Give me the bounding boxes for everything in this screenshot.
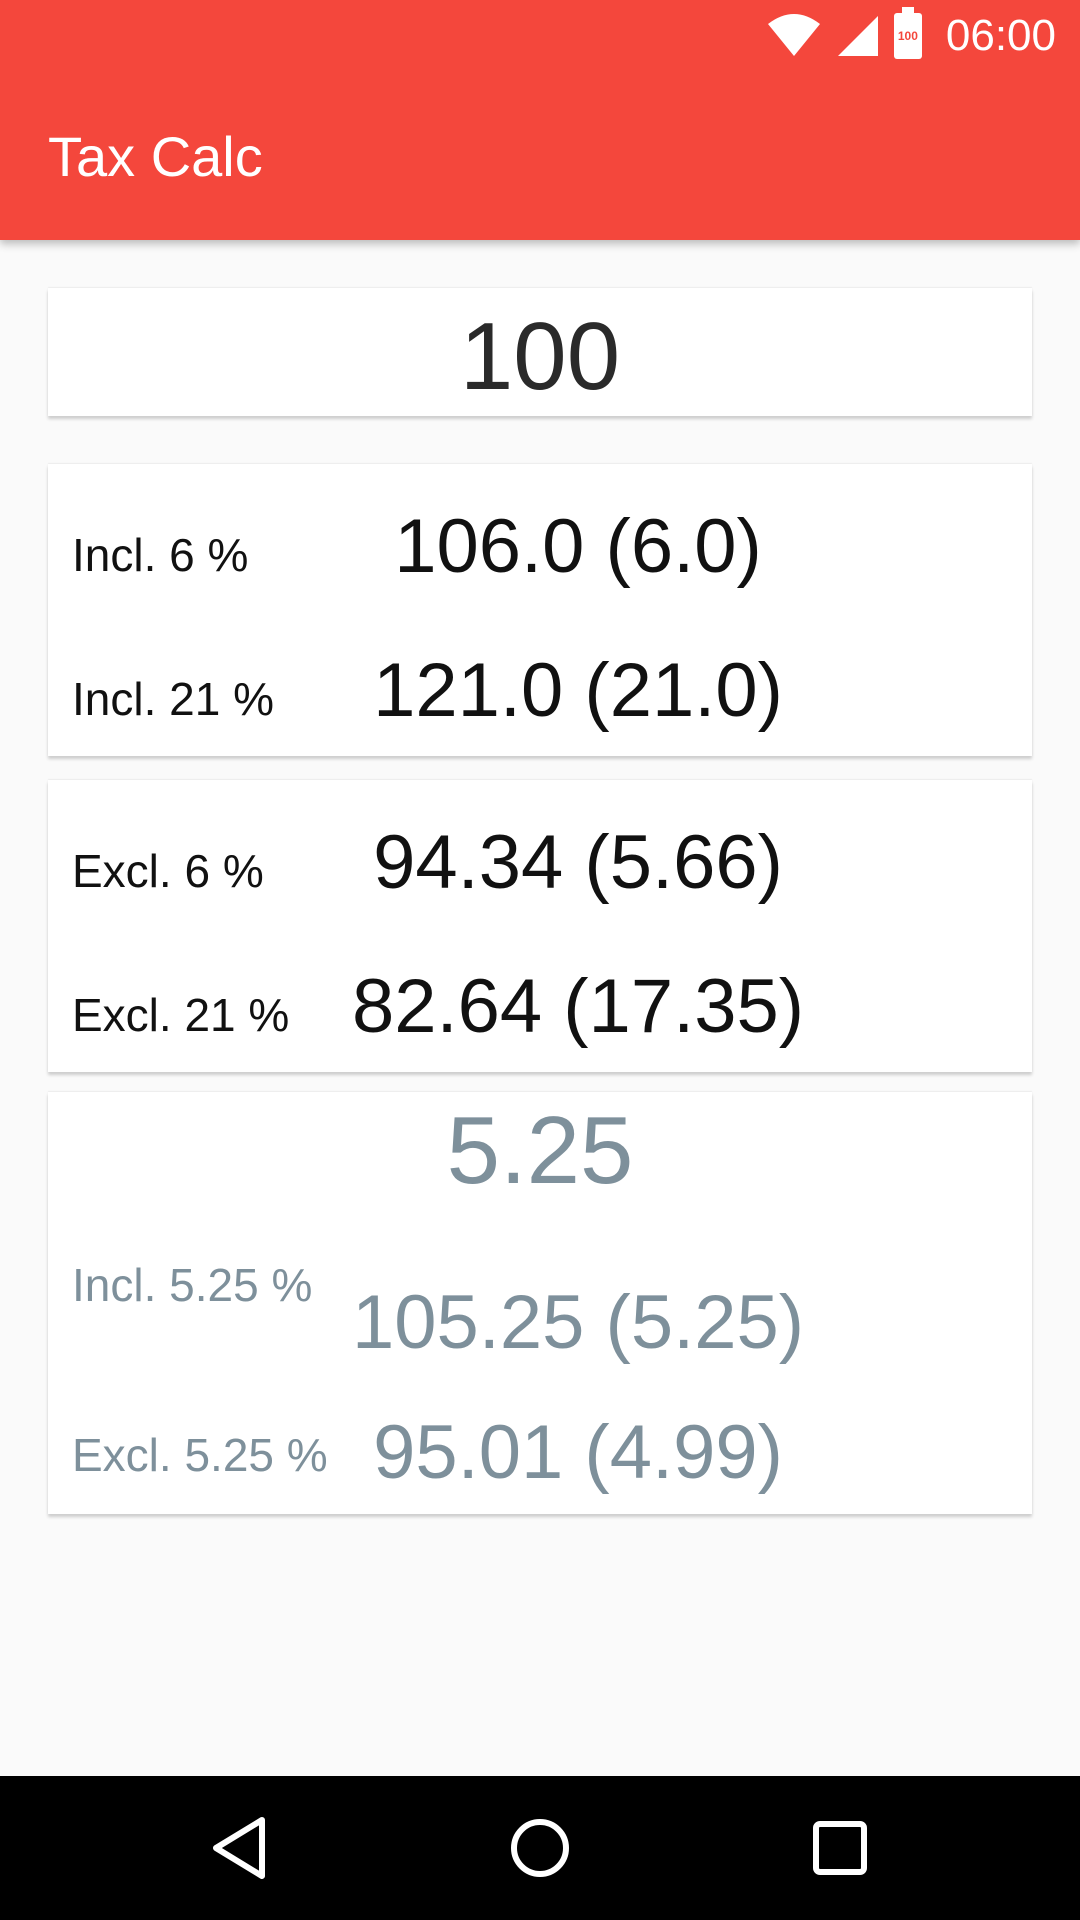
including-row-6: Incl. 6 % 106.0 (6.0) [48, 490, 1032, 590]
cell-signal-icon [837, 16, 878, 56]
excluding-row-6: Excl. 6 % 94.34 (5.66) [48, 806, 1032, 906]
navigation-bar [0, 1776, 1080, 1920]
custom-rate-card: 5.25 Incl. 5.25 % 105.25 (5.25) Excl. 5.… [48, 1092, 1032, 1514]
including-value: 106.0 (6.0) [394, 504, 762, 589]
custom-including-row: Incl. 5.25 % 105.25 (5.25) [48, 1252, 1032, 1365]
including-value: 121.0 (21.0) [373, 648, 783, 733]
custom-excluding-value: 95.01 (4.99) [373, 1410, 783, 1495]
home-icon[interactable] [502, 1810, 578, 1886]
including-row-21: Incl. 21 % 121.0 (21.0) [48, 634, 1032, 734]
recents-icon[interactable] [802, 1810, 878, 1886]
clock: 06:00 [945, 11, 1056, 60]
including-label: Incl. 6 % [72, 529, 249, 581]
app-bar: 100 06:00 Tax Calc [0, 0, 1080, 240]
back-icon[interactable] [202, 1810, 278, 1886]
excluding-row-21: Excl. 21 % 82.64 (17.35) [48, 950, 1032, 1050]
including-tax-card: Incl. 6 % 106.0 (6.0) Incl. 21 % 121.0 (… [48, 464, 1032, 756]
amount-input[interactable]: 100 [48, 302, 1032, 412]
status-bar: 100 06:00 [766, 7, 1056, 62]
custom-excluding-row: Excl. 5.25 % 95.01 (4.99) [48, 1394, 1032, 1495]
excluding-label: Excl. 6 % [72, 845, 264, 897]
excluding-value: 94.34 (5.66) [373, 820, 783, 905]
excluding-tax-card: Excl. 6 % 94.34 (5.66) Excl. 21 % 82.64 … [48, 780, 1032, 1072]
battery-level: 100 [897, 29, 918, 43]
excluding-value: 82.64 (17.35) [351, 964, 805, 1049]
custom-rate-input[interactable]: 5.25 [48, 1096, 1032, 1206]
battery-icon: 100 [893, 7, 922, 59]
screen: 100 06:00 Tax Calc 100 Incl. 6 % 106.0 (… [0, 0, 1080, 1920]
custom-including-value: 105.25 (5.25) [351, 1280, 805, 1365]
wifi-icon [767, 14, 820, 56]
amount-card[interactable]: 100 [48, 288, 1032, 416]
app-title: Tax Calc [48, 125, 263, 188]
